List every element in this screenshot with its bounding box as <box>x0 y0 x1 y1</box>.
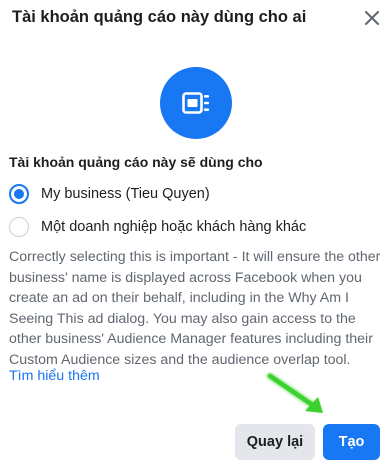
create-ad-account-dialog: Tài khoản quảng cáo này dùng cho ai Tài … <box>0 0 392 469</box>
back-button[interactable]: Quay lại <box>235 424 315 460</box>
radio-button-unselected[interactable] <box>9 217 29 237</box>
radio-option-label: Một doanh nghiệp hoặc khách hàng khác <box>41 219 307 235</box>
radio-option-other-business[interactable]: Một doanh nghiệp hoặc khách hàng khác <box>9 215 306 239</box>
ad-account-icon <box>182 92 209 114</box>
learn-more-link[interactable]: Tìm hiểu thêm <box>9 368 100 384</box>
radio-option-label: My business (Tieu Quyen) <box>41 186 210 202</box>
radio-option-my-business[interactable]: My business (Tieu Quyen) <box>9 182 210 206</box>
close-icon <box>365 11 379 25</box>
close-button[interactable] <box>360 6 384 30</box>
create-button[interactable]: Tạo <box>323 424 380 460</box>
green-arrow-icon <box>266 372 323 413</box>
hero-badge <box>160 67 232 139</box>
radio-button-selected[interactable] <box>9 184 29 204</box>
usage-heading: Tài khoản quảng cáo này sẽ dùng cho <box>9 154 263 170</box>
info-description: Correctly selecting this is important - … <box>9 249 381 368</box>
dialog-title: Tài khoản quảng cáo này dùng cho ai <box>12 8 307 26</box>
